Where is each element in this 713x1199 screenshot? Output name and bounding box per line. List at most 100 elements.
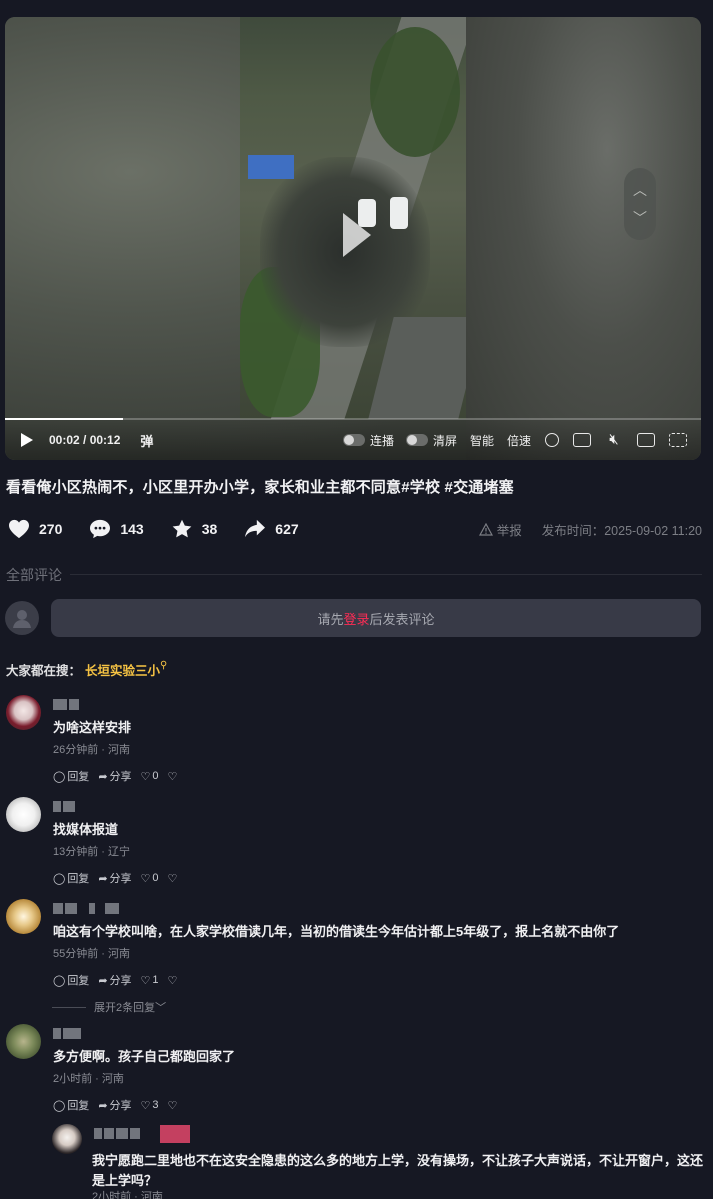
engagement-bar: 270 143 38 627 举报 发布时间：2025-09-02 11:20 bbox=[8, 517, 702, 541]
search-icon: ⚲ bbox=[160, 660, 168, 671]
share-button[interactable]: 627 bbox=[244, 519, 299, 539]
like-comment-button[interactable]: ♡ 0 bbox=[141, 872, 159, 885]
comment-actions: ◯ 回复 ➦ 分享 ♡ 0 ♡ bbox=[53, 870, 188, 886]
username-redacted[interactable] bbox=[53, 1028, 83, 1039]
comment-count: 143 bbox=[120, 521, 144, 537]
video-navigation-pill[interactable]: ︿ ﹀ bbox=[624, 168, 656, 240]
login-prompt-after: 后发表评论 bbox=[369, 611, 435, 627]
report-label: 举报 bbox=[496, 523, 522, 538]
reply-icon: ◯ bbox=[53, 872, 66, 885]
like-comment-button[interactable]: ♡ 0 bbox=[141, 770, 159, 783]
hashtag-link[interactable]: #交通堵塞 bbox=[445, 479, 514, 496]
dislike-comment-button[interactable]: ♡ bbox=[168, 974, 180, 987]
comment-button[interactable]: 143 bbox=[89, 519, 144, 539]
heart-outline-icon: ♡ bbox=[140, 872, 151, 885]
picture-in-picture-icon[interactable] bbox=[573, 433, 591, 447]
heart-icon bbox=[9, 519, 29, 539]
comment-meta: 26分钟前 · 河南 bbox=[53, 744, 131, 756]
like-button[interactable]: 270 bbox=[8, 519, 62, 539]
autoplay-label: 连播 bbox=[369, 433, 394, 448]
comment-meta: 55分钟前 · 河南 bbox=[53, 948, 131, 960]
heart-outline-icon: ♡ bbox=[140, 770, 151, 783]
login-link[interactable]: 登录 bbox=[343, 609, 369, 628]
smart-button[interactable]: 智能 bbox=[470, 432, 494, 449]
danmu-button[interactable]: 弹 bbox=[140, 431, 153, 450]
play-icon[interactable] bbox=[21, 433, 33, 447]
comment-like-count: 1 bbox=[152, 974, 159, 986]
comment-text: 找媒体报道 bbox=[53, 822, 119, 837]
share-comment-button[interactable]: ➦ 分享 bbox=[98, 768, 131, 784]
reply-label: 回复 bbox=[67, 771, 90, 783]
login-to-comment-box[interactable]: 请先 登录 后发表评论 bbox=[51, 599, 701, 637]
share-icon bbox=[245, 519, 266, 538]
dislike-comment-button[interactable]: ♡ bbox=[168, 1099, 180, 1112]
reply-button[interactable]: ◯ 回复 bbox=[53, 972, 89, 988]
default-avatar-icon bbox=[5, 601, 39, 635]
reply-meta: 2小时前 · 河南 bbox=[92, 1191, 163, 1199]
broken-heart-icon: ♡ bbox=[167, 1099, 178, 1112]
speed-button[interactable]: 倍速 bbox=[507, 432, 531, 449]
comment-actions: ◯ 回复 ➦ 分享 ♡ 3 ♡ bbox=[53, 1097, 188, 1113]
video-player[interactable]: ︿ ﹀ 00:02 / 00:12 弹 连播 清屏 智能 倍速 🔇︎ bbox=[5, 17, 701, 460]
reply-icon: ◯ bbox=[53, 770, 66, 783]
username-redacted[interactable] bbox=[53, 903, 121, 914]
report-button[interactable]: 举报 bbox=[478, 520, 522, 539]
favorite-count: 38 bbox=[201, 521, 218, 537]
share-count: 627 bbox=[275, 521, 299, 537]
like-comment-button[interactable]: ♡ 3 bbox=[141, 1099, 159, 1112]
comment-input-row: 请先 登录 后发表评论 bbox=[5, 599, 701, 637]
video-caption: 看看俺小区热闹不，小区里开办小学，家长和业主都不同意#学校 #交通堵塞 bbox=[6, 476, 514, 497]
comment-text: 多方便啊。孩子自己都跑回家了 bbox=[53, 1049, 236, 1064]
reply-button[interactable]: ◯ 回复 bbox=[53, 870, 89, 886]
username-redacted[interactable] bbox=[53, 699, 81, 710]
broken-heart-icon: ♡ bbox=[167, 974, 178, 987]
trending-search: 大家都在搜： 长垣实验三小⚲ bbox=[6, 660, 167, 679]
comment-actions: ◯ 回复 ➦ 分享 ♡ 1 ♡ bbox=[53, 972, 188, 988]
chevron-down-icon: ﹀ bbox=[155, 1002, 167, 1014]
reply-label: 回复 bbox=[67, 1100, 90, 1112]
reply-button[interactable]: ◯ 回复 bbox=[53, 768, 89, 784]
fullscreen-icon[interactable] bbox=[669, 433, 687, 447]
heart-outline-icon: ♡ bbox=[140, 974, 151, 987]
reply-button[interactable]: ◯ 回复 bbox=[53, 1097, 89, 1113]
video-center-play-icon[interactable] bbox=[343, 213, 371, 257]
toggle-switch-icon bbox=[342, 434, 365, 446]
trending-search-keyword[interactable]: 长垣实验三小 bbox=[85, 664, 160, 678]
share-label: 分享 bbox=[109, 975, 132, 987]
like-count: 270 bbox=[39, 521, 63, 537]
expand-replies-button[interactable]: 展开2条回复 ﹀ bbox=[52, 999, 166, 1015]
favorite-button[interactable]: 38 bbox=[171, 519, 218, 539]
comments-section-title: 全部评论 bbox=[6, 567, 62, 583]
comment-like-count: 0 bbox=[152, 872, 159, 884]
comment-meta: 2小时前 · 河南 bbox=[53, 1073, 124, 1085]
broken-heart-icon: ♡ bbox=[167, 770, 178, 783]
heart-outline-icon: ♡ bbox=[140, 1099, 151, 1112]
share-comment-button[interactable]: ➦ 分享 bbox=[98, 870, 131, 886]
dislike-comment-button[interactable]: ♡ bbox=[168, 872, 180, 885]
share-comment-button[interactable]: ➦ 分享 bbox=[98, 972, 131, 988]
autoplay-toggle[interactable]: 连播 bbox=[342, 432, 394, 449]
divider bbox=[52, 1006, 86, 1008]
avatar[interactable] bbox=[52, 1124, 82, 1154]
dislike-comment-button[interactable]: ♡ bbox=[168, 770, 180, 783]
username-redacted[interactable] bbox=[53, 801, 77, 812]
chevron-up-icon[interactable]: ︿ bbox=[633, 183, 647, 197]
avatar[interactable] bbox=[6, 1024, 41, 1059]
chevron-down-icon[interactable]: ﹀ bbox=[633, 211, 647, 225]
avatar[interactable] bbox=[6, 899, 41, 934]
hashtag-link[interactable]: #学校 bbox=[401, 479, 440, 496]
web-fullscreen-icon[interactable] bbox=[637, 433, 655, 447]
watch-later-icon[interactable] bbox=[545, 433, 559, 447]
avatar[interactable] bbox=[6, 797, 41, 832]
username-redacted[interactable] bbox=[94, 1125, 190, 1143]
share-icon: ➦ bbox=[98, 770, 108, 783]
like-comment-button[interactable]: ♡ 1 bbox=[141, 974, 159, 987]
share-comment-button[interactable]: ➦ 分享 bbox=[98, 1097, 131, 1113]
comment-text: 咱这有个学校叫啥，在人家学校借读几年，当初的借读生今年估计都上5年级了，报上名就… bbox=[53, 924, 620, 939]
clear-screen-toggle[interactable]: 清屏 bbox=[405, 432, 457, 449]
reply-label: 回复 bbox=[67, 975, 90, 987]
avatar[interactable] bbox=[6, 695, 41, 730]
mute-icon[interactable]: 🔇︎ bbox=[605, 432, 623, 447]
share-icon: ➦ bbox=[98, 974, 108, 987]
reply-text: 我宁愿跑二里地也不在这安全隐患的这么多的地方上学，没有操场，不让孩子大声说话，不… bbox=[92, 1153, 704, 1188]
